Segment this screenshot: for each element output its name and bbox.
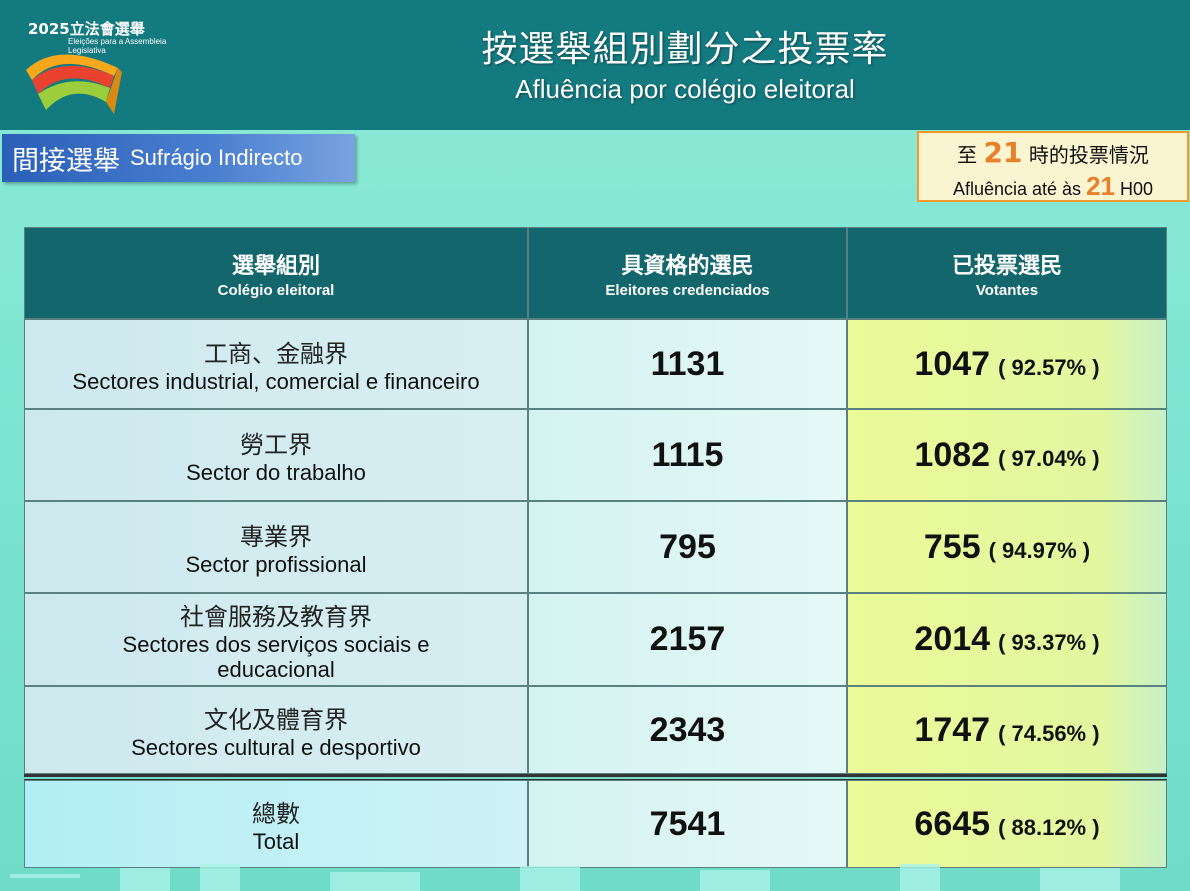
skyline-decoration-icon xyxy=(10,864,1120,891)
table-row: 專業界 Sector profissional 795 755 ( 94.97% … xyxy=(24,501,1167,593)
header-banner: 2025立法會選舉 Eleições para a Assembleia Leg… xyxy=(0,0,1190,130)
badge-label-pt: Sufrágio Indirecto xyxy=(130,145,303,170)
eligible-count: 2157 xyxy=(649,620,726,658)
voted-count: 1047 xyxy=(914,344,991,383)
total-voted-count: 6645 xyxy=(914,804,991,843)
turnout-percent: ( 74.56% ) xyxy=(998,720,1100,746)
header-college-zh: 選舉組別 xyxy=(231,253,320,279)
table-row: 文化及體育界 Sectores cultural e desportivo 23… xyxy=(24,686,1167,774)
header-voted-pt: Votantes xyxy=(975,281,1039,299)
row-voted: 1047 ( 92.57% ) xyxy=(847,319,1167,409)
voted-count: 1747 xyxy=(914,710,991,749)
college-name-pt: Sectores dos serviços sociais e educacio… xyxy=(122,632,430,682)
row-eligible: 2157 xyxy=(528,593,847,686)
eligible-count: 2343 xyxy=(649,710,726,749)
page-title-pt: Afluência por colégio eleitoral xyxy=(515,74,855,104)
row-voted: 1082 ( 97.04% ) xyxy=(847,409,1167,501)
row-eligible: 1131 xyxy=(528,319,847,409)
row-college: 工商、金融界 Sectores industrial, comercial e … xyxy=(24,319,528,409)
turnout-percent: ( 97.04% ) xyxy=(998,445,1100,471)
total-label: 總數 Total xyxy=(24,780,528,868)
time-status-pt: Afluência até às 21 H00 xyxy=(919,171,1187,202)
time-suffix-pt: H00 xyxy=(1120,179,1154,199)
time-status-box: 至 21 時的投票情況 Afluência até às 21 H00 xyxy=(917,131,1189,202)
college-name-zh: 工商、金融界 xyxy=(204,340,348,368)
college-name-pt: Sectores cultural e desportivo xyxy=(131,735,421,760)
voted-count: 755 xyxy=(923,527,981,566)
turnout-percent: ( 93.37% ) xyxy=(998,630,1100,655)
time-status-zh: 至 21 時的投票情況 xyxy=(919,136,1187,169)
total-label-zh: 總數 xyxy=(252,800,300,828)
time-prefix-zh: 至 xyxy=(957,143,978,167)
total-label-pt: Total xyxy=(252,829,300,854)
row-college: 專業界 Sector profissional xyxy=(24,501,528,593)
badge-label-zh: 間接選舉 xyxy=(12,145,120,177)
total-eligible: 7541 xyxy=(528,780,847,868)
row-eligible: 795 xyxy=(528,501,847,593)
row-voted: 2014 ( 93.37% ) xyxy=(847,593,1167,686)
turnout-percent: ( 92.57% ) xyxy=(998,354,1100,380)
row-voted: 755 ( 94.97% ) xyxy=(847,501,1167,593)
table-row: 社會服務及教育界 Sectores dos serviços sociais e… xyxy=(24,593,1167,686)
table-row: 工商、金融界 Sectores industrial, comercial e … xyxy=(24,319,1167,409)
header-eligible: 具資格的選民 Eleitores credenciados xyxy=(528,227,847,319)
college-name-pt: Sector profissional xyxy=(185,552,367,577)
header-college: 選舉組別 Colégio eleitoral xyxy=(24,227,528,319)
time-suffix-zh: 時的投票情況 xyxy=(1028,143,1149,167)
section-badge: 間接選舉 Sufrágio Indirecto xyxy=(2,134,355,182)
header-eligible-pt: Eleitores credenciados xyxy=(605,281,770,299)
time-hour-pt: 21 xyxy=(1086,171,1115,201)
time-prefix-pt: Afluência até às xyxy=(952,179,1082,199)
college-name-zh: 專業界 xyxy=(240,523,312,551)
total-turnout-percent: ( 88.12% ) xyxy=(998,814,1100,840)
eligible-count: 1131 xyxy=(650,344,725,383)
row-eligible: 1115 xyxy=(528,409,847,501)
college-name-zh: 文化及體育界 xyxy=(204,706,348,734)
row-college: 勞工界 Sector do trabalho xyxy=(24,409,528,501)
table-header-row: 選舉組別 Colégio eleitoral 具資格的選民 Eleitores … xyxy=(24,227,1167,319)
header-voted-zh: 已投票選民 xyxy=(951,253,1062,279)
row-voted: 1747 ( 74.56% ) xyxy=(847,686,1167,774)
voted-count: 1082 xyxy=(914,435,991,474)
page-title-zh: 按選舉組別劃分之投票率 xyxy=(481,29,889,70)
college-name-zh: 社會服務及教育界 xyxy=(180,603,372,631)
row-college: 社會服務及教育界 Sectores dos serviços sociais e… xyxy=(24,593,528,686)
college-name-pt: Sectores industrial, comercial e finance… xyxy=(72,369,480,394)
header-voted: 已投票選民 Votantes xyxy=(847,227,1167,319)
voted-count: 2014 xyxy=(914,620,991,658)
time-hour: 21 xyxy=(983,136,1023,169)
header-college-pt: Colégio eleitoral xyxy=(217,281,335,299)
eligible-count: 795 xyxy=(659,527,716,566)
header-eligible-zh: 具資格的選民 xyxy=(621,253,754,279)
table-row: 勞工界 Sector do trabalho 1115 1082 ( 97.04%… xyxy=(24,409,1167,501)
total-eligible-count: 7541 xyxy=(649,804,726,843)
eligible-count: 1115 xyxy=(651,435,724,474)
college-name-zh: 勞工界 xyxy=(240,431,312,459)
turnout-percent: ( 94.97% ) xyxy=(988,537,1091,563)
total-divider xyxy=(24,774,1167,780)
row-college: 文化及體育界 Sectores cultural e desportivo xyxy=(24,686,528,774)
row-eligible: 2343 xyxy=(528,686,847,774)
table-total-row: 總數 Total 7541 6645 ( 88.12% ) xyxy=(24,780,1167,868)
total-voted: 6645 ( 88.12% ) xyxy=(847,780,1167,868)
college-name-pt: Sector do trabalho xyxy=(186,460,366,485)
